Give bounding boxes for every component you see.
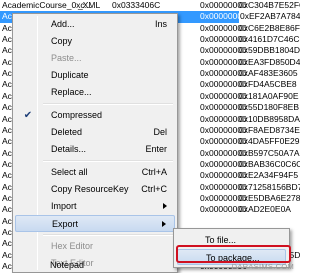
menu-item-hex-editor: Hex Editor bbox=[15, 238, 175, 255]
row-instance-cell: 0x0333406C bbox=[112, 0, 161, 10]
watermark: DARASIMS.COM bbox=[231, 262, 294, 271]
row-resource-cell: 0xAD2E0E0A bbox=[239, 204, 291, 215]
menu-item-label: Replace... bbox=[51, 87, 92, 97]
menu-item-label: Details... bbox=[51, 144, 87, 154]
menu-item-label: Hex Editor bbox=[51, 241, 94, 251]
row-resource-cell: 0x10DB8958DA bbox=[239, 113, 300, 124]
table-row[interactable]: AcademicCourse_0xc... _XML 0x0333406C 0x000… bbox=[0, 0, 300, 12]
row-resource-cell: 0x71258156BD7 bbox=[239, 181, 300, 192]
menu-item-export[interactable]: Export bbox=[15, 215, 175, 232]
submenu-arrow-icon bbox=[162, 221, 166, 227]
menu-item-label: Copy ResourceKey bbox=[51, 184, 129, 194]
menu-item-import[interactable]: Import bbox=[15, 198, 175, 215]
row-resource-cell: 0xFD4A5CBE8 bbox=[239, 79, 297, 90]
menu-item-label: Notepad bbox=[50, 260, 85, 270]
menu-item-deleted[interactable]: Deleted Del bbox=[15, 124, 175, 141]
menu-item-label: Duplicate bbox=[51, 70, 89, 80]
menu-item-shortcut: Del bbox=[153, 127, 167, 137]
menu-item-label: Compressed bbox=[51, 110, 103, 120]
menu-item-copy[interactable]: Copy bbox=[15, 33, 175, 50]
highlight-callout bbox=[176, 245, 291, 263]
menu-item-label: Import bbox=[51, 201, 77, 211]
row-resource-cell: 0xEF2AB7A7841 bbox=[239, 11, 300, 24]
context-menu: Add... Ins Copy Paste... Duplicate Repla… bbox=[12, 13, 178, 273]
row-resource-cell: 0xC304B7E52FC bbox=[239, 0, 300, 10]
menu-item-notepad[interactable]: Notepad bbox=[14, 257, 174, 273]
menu-item-add[interactable]: Add... Ins bbox=[15, 16, 175, 33]
menu-item-select-all[interactable]: Select all Ctrl+A bbox=[15, 164, 175, 181]
menu-item-paste: Paste... bbox=[15, 50, 175, 67]
row-resource-cell: 0xE5DBA6E2780 bbox=[239, 192, 300, 203]
row-resource-cell: 0xEA3FD850D4 bbox=[239, 56, 300, 67]
submenu-arrow-icon bbox=[163, 203, 167, 209]
row-resource-cell: 0xB597C50A7A bbox=[239, 147, 300, 158]
menu-item-copy-resourcekey[interactable]: Copy ResourceKey Ctrl+C bbox=[15, 181, 175, 198]
row-resource-cell: 0xAF483E3605 bbox=[239, 68, 298, 79]
menu-item-replace[interactable]: Replace... bbox=[15, 84, 175, 101]
row-resource-cell: 0xF8AED8734E bbox=[239, 124, 300, 135]
menu-item-shortcut: Ctrl+C bbox=[141, 184, 167, 194]
menu-item-duplicate[interactable]: Duplicate bbox=[15, 67, 175, 84]
menu-separator bbox=[43, 160, 173, 162]
row-resource-cell: 0x59DBB1804D5 bbox=[239, 45, 300, 56]
row-resource-cell: 0xC6E2B8E86F bbox=[239, 22, 300, 33]
row-type-cell: _XML bbox=[78, 0, 101, 10]
menu-separator bbox=[43, 103, 173, 105]
menu-item-shortcut: Enter bbox=[145, 144, 167, 154]
menu-item-label: Deleted bbox=[51, 127, 83, 137]
menu-item-details[interactable]: Details... Enter bbox=[15, 141, 175, 158]
row-resource-cell: 0xE2A34F94F5 bbox=[239, 170, 299, 181]
menu-item-shortcut: Ins bbox=[154, 19, 167, 29]
row-resource-cell: 0xBAB36C0C6C bbox=[239, 158, 300, 169]
menu-separator bbox=[43, 234, 173, 236]
row-resource-cell: 0x55D180F8EB bbox=[239, 102, 300, 113]
menu-item-compressed[interactable]: ✔ Compressed bbox=[15, 107, 175, 124]
menu-item-label: Paste... bbox=[51, 53, 82, 63]
row-resource-cell: 0x181A0AF90E bbox=[239, 90, 299, 101]
menu-item-label: Add... bbox=[51, 19, 75, 29]
menu-item-label: Select all bbox=[51, 167, 88, 177]
checkmark-icon: ✔ bbox=[23, 110, 33, 121]
row-resource-cell: 0x4DA5FF0E298 bbox=[239, 136, 300, 147]
menu-item-label: Export bbox=[52, 219, 79, 229]
menu-item-label: Copy bbox=[51, 36, 73, 46]
row-resource-cell: 0x4161D7C46C6 bbox=[239, 34, 300, 45]
menu-item-shortcut: Ctrl+A bbox=[141, 167, 167, 177]
